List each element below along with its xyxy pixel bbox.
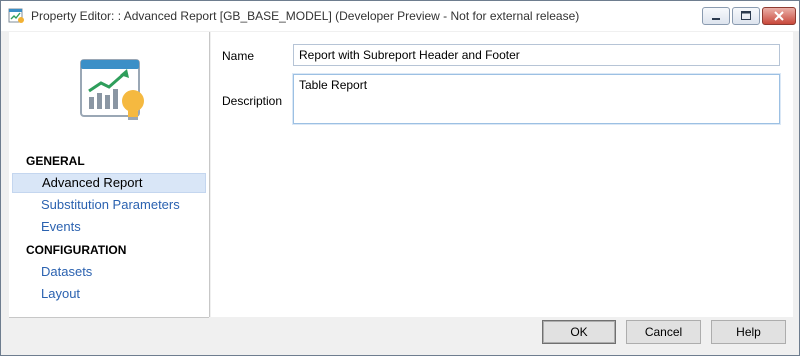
sidebar: GENERAL Advanced Report Substitution Par… bbox=[9, 32, 210, 317]
window-title: Property Editor: : Advanced Report [GB_B… bbox=[31, 9, 580, 23]
sidebar-item-events[interactable]: Events bbox=[12, 217, 206, 237]
sidebar-item-datasets[interactable]: Datasets bbox=[12, 262, 206, 282]
advanced-report-icon bbox=[80, 59, 144, 120]
cancel-button[interactable]: Cancel bbox=[626, 320, 701, 344]
name-field[interactable]: Report with Subreport Header and Footer bbox=[293, 44, 780, 66]
maximize-button[interactable] bbox=[732, 7, 760, 25]
main-panel: Name Report with Subreport Header and Fo… bbox=[211, 32, 793, 317]
report-app-icon bbox=[8, 8, 24, 23]
close-icon bbox=[774, 11, 784, 21]
minimize-icon bbox=[712, 18, 720, 20]
section-configuration: CONFIGURATION bbox=[26, 243, 127, 257]
ok-button[interactable]: OK bbox=[542, 320, 616, 344]
button-bar: OK Cancel Help bbox=[1, 318, 799, 355]
sidebar-item-layout[interactable]: Layout bbox=[12, 284, 206, 304]
maximize-icon bbox=[741, 11, 751, 20]
help-button[interactable]: Help bbox=[711, 320, 786, 344]
title-bar: Property Editor: : Advanced Report [GB_B… bbox=[1, 1, 799, 31]
description-field[interactable]: Table Report bbox=[293, 74, 780, 124]
description-label: Description bbox=[222, 94, 283, 108]
close-button[interactable] bbox=[762, 7, 796, 25]
sidebar-item-substitution-parameters[interactable]: Substitution Parameters bbox=[12, 195, 206, 215]
property-editor-window: Property Editor: : Advanced Report [GB_B… bbox=[0, 0, 800, 356]
section-general: GENERAL bbox=[26, 154, 85, 168]
name-label: Name bbox=[222, 49, 255, 63]
sidebar-item-advanced-report[interactable]: Advanced Report bbox=[12, 173, 206, 193]
minimize-button[interactable] bbox=[702, 7, 730, 25]
